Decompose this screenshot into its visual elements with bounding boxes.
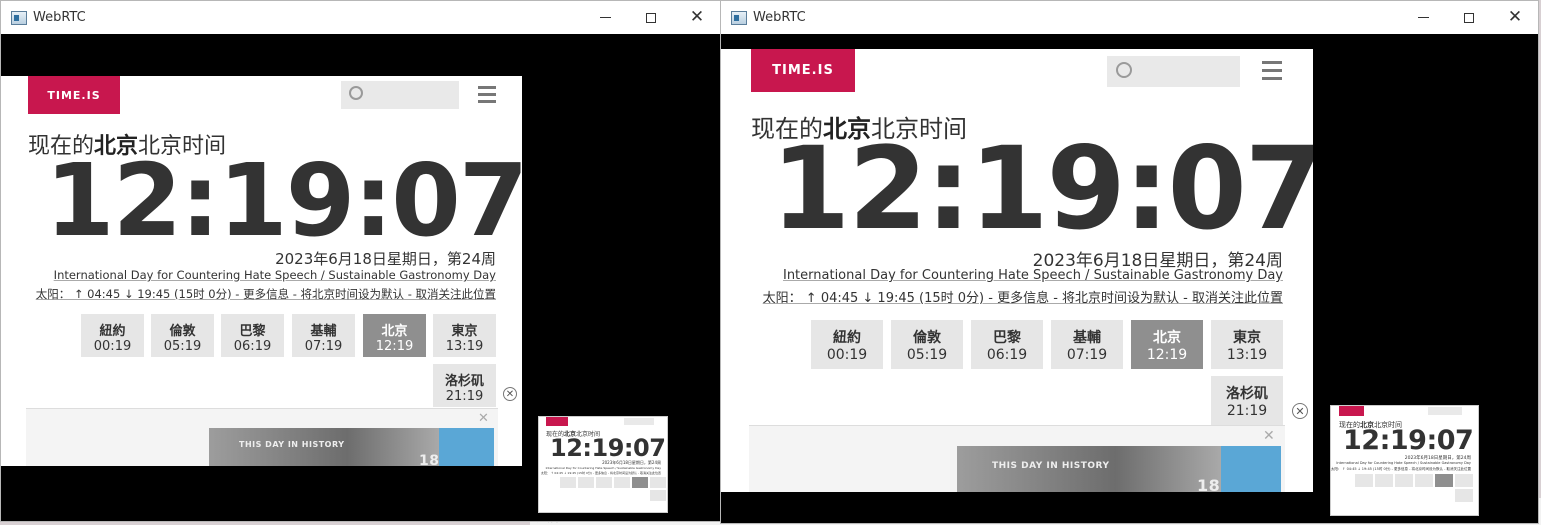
- remote-video-right: TIME.IS 现在的北京北京时间 12:19:07 2023年6月18日星期日…: [721, 49, 1313, 492]
- menu-icon: [478, 86, 496, 89]
- city-tile-new-york[interactable]: 紐約 00:19: [81, 314, 144, 357]
- close-icon: ✕: [1507, 7, 1523, 27]
- minimize-button[interactable]: [1400, 1, 1446, 34]
- ad-side-panel: [439, 428, 494, 466]
- search-icon: [1116, 62, 1132, 78]
- city-tile-los-angeles[interactable]: 洛杉矶 21:19: [1211, 376, 1283, 425]
- pip-city-tile-active: [632, 477, 648, 488]
- city-tile-kyiv[interactable]: 基輔 07:19: [292, 314, 355, 357]
- menu-icon: [1262, 61, 1282, 64]
- pip-search: [1428, 407, 1462, 415]
- timeis-logo[interactable]: TIME.IS: [28, 76, 120, 114]
- menu-button[interactable]: [478, 86, 496, 103]
- pip-city-tile: [614, 477, 630, 488]
- local-video-preview-left: 现在的北京北京时间 12:19:07 2023年6月18日星期日，第24周 In…: [538, 416, 668, 513]
- city-tile-beijing[interactable]: 北京 12:19: [363, 314, 426, 357]
- main-clock: 12:19:07: [45, 142, 522, 259]
- search-box[interactable]: [341, 81, 459, 109]
- city-tile-kyiv[interactable]: 基輔 07:19: [1051, 320, 1123, 369]
- pip-clock: 12:19:07: [550, 434, 666, 462]
- search-box[interactable]: [1107, 56, 1240, 87]
- pip-city-tile: [596, 477, 612, 488]
- app-icon: [731, 10, 747, 25]
- minimize-icon: [599, 17, 611, 18]
- ad-image: THIS DAY IN HISTORY 18: [209, 428, 439, 466]
- pip-city-tile: [1355, 474, 1373, 487]
- minimize-icon: [1417, 17, 1429, 18]
- pip-city-tile: [560, 477, 576, 488]
- day-events-link[interactable]: International Day for Countering Hate Sp…: [54, 268, 496, 282]
- date-line: 2023年6月18日星期日，第24周: [275, 250, 496, 268]
- sun-info-line[interactable]: 太阳： ↑ 04:45 ↓ 19:45 (15时 0分) - 更多信息 - 将北…: [763, 287, 1283, 306]
- pip-city-tile: [578, 477, 594, 488]
- pip-city-tile: [1455, 474, 1473, 487]
- pip-city-tile: [1395, 474, 1413, 487]
- pip-city-tile: [650, 490, 666, 501]
- pip-logo: [1339, 406, 1364, 416]
- pip-city-tile: [650, 477, 666, 488]
- ad-close-button[interactable]: ✕: [503, 387, 517, 401]
- title-bar[interactable]: WebRTC ✕: [1, 1, 720, 34]
- close-button[interactable]: ✕: [674, 1, 720, 34]
- maximize-icon: [646, 12, 656, 23]
- city-tile-new-york[interactable]: 紐約 00:19: [811, 320, 883, 369]
- pip-day-events: International Day for Countering Hate Sp…: [1336, 461, 1471, 465]
- city-tile-beijing[interactable]: 北京 12:19: [1131, 320, 1203, 369]
- maximize-button[interactable]: [628, 1, 674, 34]
- webrtc-window-right: WebRTC ✕ TIME.IS 现在的北京北京时间 12:19:07 2023…: [720, 0, 1539, 524]
- city-tile-tokyo[interactable]: 東京 13:19: [433, 314, 496, 357]
- city-tile-london[interactable]: 倫敦 05:19: [151, 314, 214, 357]
- local-video-preview-right: 现在的北京北京时间 12:19:07 2023年6月18日星期日，第24周 In…: [1330, 405, 1479, 516]
- remote-video-left: TIME.IS 现在的北京北京时间 12:19:07 2023年6月18日星期日…: [1, 76, 522, 466]
- pip-sun-info: 太阳： ↑ 04:45 ↓ 19:45 (15时 0分) - 更多信息 - 将北…: [540, 471, 661, 475]
- close-icon: ✕: [689, 7, 705, 27]
- ad-x-icon[interactable]: ✕: [478, 411, 489, 426]
- window-title: WebRTC: [33, 10, 86, 25]
- ad-close-button[interactable]: ✕: [1292, 403, 1308, 419]
- city-tile-london[interactable]: 倫敦 05:19: [891, 320, 963, 369]
- ad-image: THIS DAY IN HISTORY 18: [957, 446, 1221, 492]
- ad-x-icon[interactable]: ✕: [1263, 428, 1275, 444]
- timeis-logo[interactable]: TIME.IS: [751, 49, 855, 92]
- pip-city-tile: [1375, 474, 1393, 487]
- pip-city-tile: [1455, 489, 1473, 502]
- app-icon: [11, 10, 27, 25]
- city-tile-paris[interactable]: 巴黎 06:19: [221, 314, 284, 357]
- pip-city-tile: [1415, 474, 1433, 487]
- pip-day-events: International Day for Countering Hate Sp…: [545, 466, 661, 470]
- webrtc-window-left: WebRTC ✕ TIME.IS 现在的北京北京时间 12:19:07 2023…: [0, 0, 721, 522]
- close-button[interactable]: ✕: [1492, 1, 1538, 34]
- menu-button[interactable]: [1262, 61, 1282, 80]
- sun-info-line[interactable]: 太阳： ↑ 04:45 ↓ 19:45 (15时 0分) - 更多信息 - 将北…: [36, 286, 496, 302]
- pip-search: [624, 418, 654, 425]
- maximize-button[interactable]: [1446, 1, 1492, 34]
- pip-sun-info: 太阳： ↑ 04:45 ↓ 19:45 (15时 0分) - 更多信息 - 将北…: [1330, 467, 1471, 471]
- ad-banner[interactable]: THIS DAY IN HISTORY 18 ✕: [26, 408, 498, 466]
- pip-clock: 12:19:07: [1343, 425, 1474, 456]
- pip-logo: [546, 417, 568, 426]
- ad-side-panel: [1221, 446, 1281, 492]
- city-tile-los-angeles[interactable]: 洛杉矶 21:19: [433, 364, 496, 407]
- ad-banner[interactable]: THIS DAY IN HISTORY 18 ✕: [749, 425, 1285, 492]
- window-title: WebRTC: [753, 10, 806, 25]
- city-tile-tokyo[interactable]: 東京 13:19: [1211, 320, 1283, 369]
- pip-city-tile-active: [1435, 474, 1453, 487]
- title-bar[interactable]: WebRTC ✕: [721, 1, 1538, 34]
- minimize-button[interactable]: [582, 1, 628, 34]
- city-tile-paris[interactable]: 巴黎 06:19: [971, 320, 1043, 369]
- day-events-link[interactable]: International Day for Countering Hate Sp…: [783, 268, 1283, 283]
- main-clock: 12:19:07: [771, 122, 1313, 255]
- search-icon: [349, 86, 363, 100]
- maximize-icon: [1464, 12, 1474, 23]
